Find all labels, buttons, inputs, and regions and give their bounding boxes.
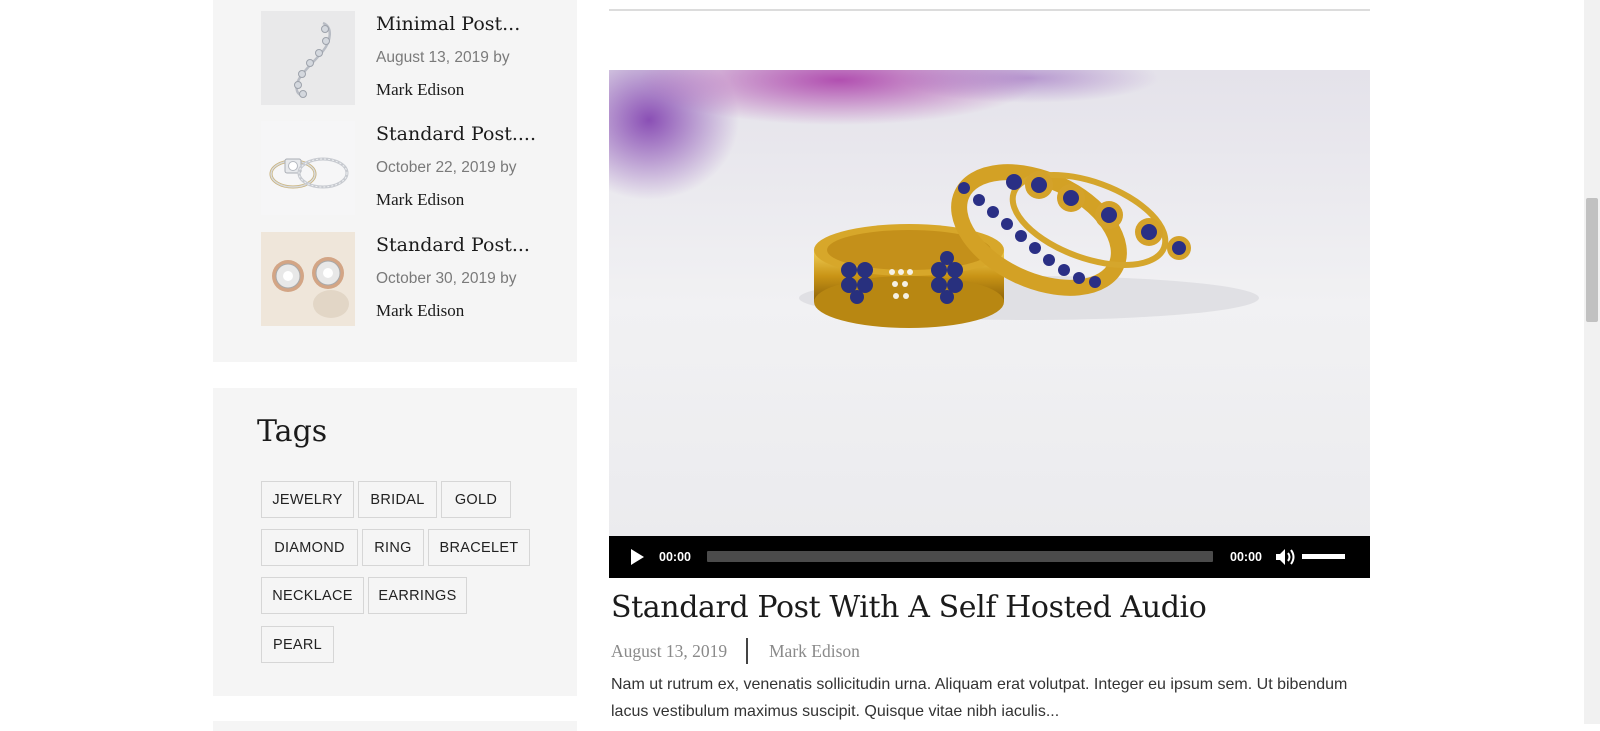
scrollbar-thumb[interactable] — [1586, 198, 1598, 322]
tag-ring[interactable]: RING — [362, 529, 424, 566]
tags-widget: Tags JEWELRY BRIDAL GOLD DIAMOND RING BR… — [213, 388, 577, 696]
tag-bridal[interactable]: BRIDAL — [358, 481, 437, 518]
post-thumbnail-bracelet[interactable] — [261, 11, 355, 105]
tag-diamond[interactable]: DIAMOND — [261, 529, 358, 566]
tag-bracelet[interactable]: BRACELET — [428, 529, 530, 566]
divider — [609, 9, 1370, 11]
article-date[interactable]: August 13, 2019 — [611, 641, 727, 662]
scrollbar-track[interactable] — [1584, 0, 1600, 724]
meta-separator — [746, 638, 748, 664]
article-excerpt: Nam ut rutrum ex, venenatis sollicitudin… — [611, 671, 1371, 725]
post-featured-image[interactable] — [609, 70, 1370, 538]
tag-gold[interactable]: GOLD — [441, 481, 511, 518]
audio-duration: 00:00 — [1230, 550, 1262, 564]
volume-slider[interactable] — [1302, 554, 1356, 559]
recent-post-item[interactable]: Standard Post... October 30, 2019 by Mar… — [261, 232, 561, 327]
recent-posts-widget: Minimal Post... August 13, 2019 by Mark … — [213, 0, 577, 362]
tag-earrings[interactable]: EARRINGS — [368, 577, 467, 614]
recent-post-author[interactable]: Mark Edison — [376, 301, 464, 321]
post-media: 00:00 00:00 — [609, 70, 1370, 578]
audio-progress-bar[interactable] — [707, 551, 1213, 562]
tag-pearl[interactable]: PEARL — [261, 626, 334, 663]
tag-jewelry[interactable]: JEWELRY — [261, 481, 354, 518]
tags-widget-title: Tags — [257, 414, 328, 449]
recent-post-author[interactable]: Mark Edison — [376, 190, 464, 210]
excerpt-line: Nam ut rutrum ex, venenatis sollicitudin… — [611, 676, 1348, 693]
article-title[interactable]: Standard Post With A Self Hosted Audio — [611, 590, 1207, 625]
volume-icon[interactable] — [1274, 547, 1296, 567]
volume-level — [1302, 554, 1346, 559]
excerpt-line: lacus vestibulum maximus suscipit. Quisq… — [611, 703, 1060, 720]
recent-post-item[interactable]: Standard Post.... October 22, 2019 by Ma… — [261, 121, 561, 216]
recent-post-title[interactable]: Standard Post... — [376, 234, 530, 256]
recent-post-title[interactable]: Standard Post.... — [376, 123, 536, 145]
recent-post-date: August 13, 2019 by — [376, 49, 510, 66]
recent-post-item[interactable]: Minimal Post... August 13, 2019 by Mark … — [261, 11, 561, 106]
tag-necklace[interactable]: NECKLACE — [261, 577, 364, 614]
recent-post-date: October 30, 2019 by — [376, 270, 517, 287]
recent-post-author[interactable]: Mark Edison — [376, 80, 464, 100]
next-widget — [213, 721, 577, 731]
recent-post-date: October 22, 2019 by — [376, 159, 517, 176]
article-author[interactable]: Mark Edison — [769, 641, 860, 662]
audio-player: 00:00 00:00 — [609, 536, 1370, 578]
play-icon[interactable] — [627, 547, 647, 567]
post-thumbnail-earrings[interactable] — [261, 232, 355, 326]
recent-post-title[interactable]: Minimal Post... — [376, 13, 520, 35]
post-thumbnail-rings[interactable] — [261, 121, 355, 215]
audio-current-time: 00:00 — [659, 550, 691, 564]
